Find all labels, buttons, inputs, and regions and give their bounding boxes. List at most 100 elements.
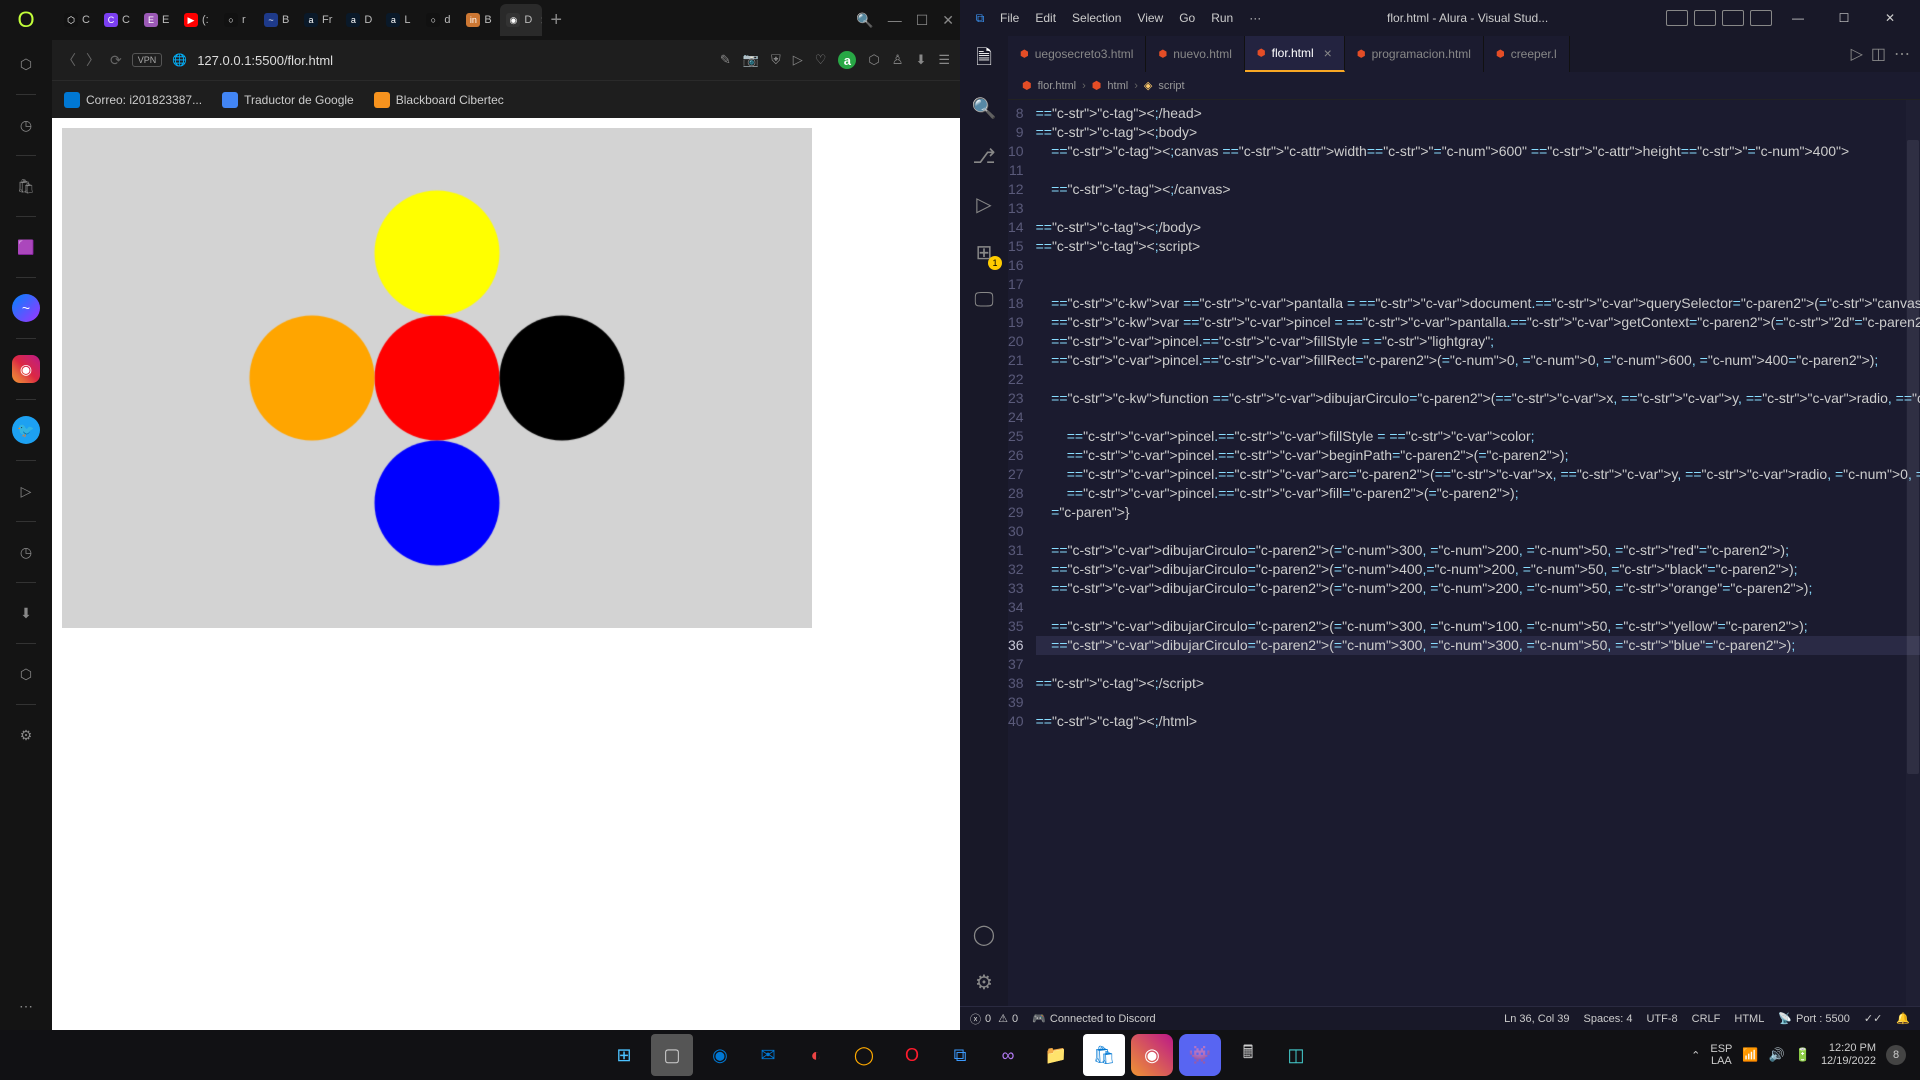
settings-icon[interactable]: ⚙ — [12, 721, 40, 749]
editor-tab[interactable]: ⬢uegosecreto3.html — [1008, 36, 1146, 72]
run-icon[interactable]: ▷ — [1851, 44, 1863, 64]
taskview-button[interactable]: ▢ — [651, 1034, 693, 1076]
camera-icon[interactable]: 📷 — [743, 52, 759, 68]
more-icon[interactable]: ⋯ — [1894, 44, 1910, 64]
extensions-icon[interactable]: ⊞1 — [970, 238, 998, 266]
status-bell-icon[interactable]: 🔔 — [1896, 1012, 1910, 1025]
close-icon[interactable]: × — [1324, 45, 1332, 61]
opera-icon[interactable]: O — [12, 6, 40, 34]
browser-tab[interactable]: ⬡C — [58, 4, 96, 36]
browser-tab[interactable]: EE — [138, 4, 176, 36]
maximize-button[interactable]: ☐ — [1824, 4, 1864, 32]
calc-icon[interactable]: 🖩 — [1227, 1034, 1269, 1076]
history-icon[interactable]: ◷ — [12, 111, 40, 139]
close-icon[interactable]: × — [540, 12, 542, 28]
split-icon[interactable]: ◫ — [1871, 44, 1886, 64]
heart-icon[interactable]: ♡ — [815, 52, 827, 68]
accounts-icon[interactable]: ◯ — [970, 920, 998, 948]
back-button[interactable]: 〈 — [62, 50, 76, 70]
menu-go[interactable]: Go — [1171, 7, 1203, 29]
bookmark-item[interactable]: Correo: i201823387... — [64, 92, 202, 108]
status-port[interactable]: 📡 Port : 5500 — [1778, 1012, 1850, 1025]
volume-icon[interactable]: 🔊 — [1769, 1047, 1785, 1063]
globe-icon[interactable]: 🌐 — [172, 53, 187, 67]
vs-icon[interactable]: ∞ — [987, 1034, 1029, 1076]
status-lang[interactable]: HTML — [1734, 1012, 1764, 1025]
bookmark-item[interactable]: Blackboard Cibertec — [374, 92, 504, 108]
tray-lang2[interactable]: LAA — [1710, 1055, 1732, 1067]
reload-button[interactable]: ⟳ — [110, 52, 122, 69]
shield-icon[interactable]: ⛨ — [771, 52, 781, 68]
menu-···[interactable]: ··· — [1241, 7, 1269, 29]
editor-tab[interactable]: ⬢flor.html× — [1245, 36, 1345, 72]
edge-icon[interactable]: ◉ — [699, 1034, 741, 1076]
browser-tab[interactable]: ~B — [258, 4, 296, 36]
cube-icon[interactable]: ⬡ — [12, 660, 40, 688]
store-icon[interactable]: 🛍 — [1083, 1034, 1125, 1076]
breadcrumbs[interactable]: ⬢ flor.html › ⬢ html › ◈ script — [1008, 72, 1920, 100]
editor-tab[interactable]: ⬢creeper.l — [1484, 36, 1570, 72]
app-icon[interactable]: ◫ — [1275, 1034, 1317, 1076]
extension-a-icon[interactable]: a — [838, 51, 856, 69]
editor-tab[interactable]: ⬢programacion.html — [1345, 36, 1484, 72]
scrollbar-thumb[interactable] — [1907, 140, 1919, 774]
menu-file[interactable]: File — [992, 7, 1027, 29]
browser-tab[interactable]: inB — [460, 4, 498, 36]
layout-grid-icon[interactable] — [1750, 10, 1772, 26]
forward-button[interactable]: 〉 — [86, 50, 100, 70]
close-icon[interactable]: ✕ — [942, 12, 954, 29]
new-tab-button[interactable]: + — [550, 9, 562, 32]
status-errors[interactable]: ⓧ 0 ⚠ 0 — [970, 1011, 1018, 1027]
status-spaces[interactable]: Spaces: 4 — [1584, 1012, 1633, 1025]
tray-lang1[interactable]: ESP — [1710, 1043, 1732, 1055]
opera-icon[interactable]: O — [891, 1034, 933, 1076]
browser-tab[interactable]: ○r — [218, 4, 256, 36]
close-button[interactable]: ✕ — [1870, 4, 1910, 32]
more-icon[interactable]: ⋯ — [12, 992, 40, 1020]
explorer-icon[interactable]: 📁 — [1035, 1034, 1077, 1076]
min-icon[interactable]: — — [888, 12, 902, 28]
send-icon[interactable]: ▷ — [793, 52, 803, 68]
search-icon[interactable]: 🔍 — [970, 94, 998, 122]
url-field[interactable]: 127.0.0.1:5500/flor.html — [197, 53, 710, 68]
player-icon[interactable]: ▷ — [12, 477, 40, 505]
tray-chevron-icon[interactable]: ⌃ — [1691, 1049, 1700, 1062]
code-lines[interactable]: =="c-str">"c-tag"><;/head>=="c-str">"c-t… — [1036, 100, 1920, 1006]
bag-icon[interactable]: 🛍 — [12, 172, 40, 200]
layout-right-icon[interactable] — [1722, 10, 1744, 26]
discord-icon[interactable]: 👾 — [1179, 1034, 1221, 1076]
profile-icon[interactable]: ♙ — [892, 52, 904, 68]
edit-icon[interactable]: ✎ — [720, 52, 731, 68]
manage-icon[interactable]: ⚙ — [970, 968, 998, 996]
notifications-button[interactable]: 8 — [1886, 1045, 1906, 1065]
max-icon[interactable]: ☐ — [916, 12, 929, 29]
twitch-icon[interactable]: 🟪 — [12, 233, 40, 261]
download-icon[interactable]: ⬇ — [12, 599, 40, 627]
status-discord[interactable]: 🎮 Connected to Discord — [1032, 1012, 1155, 1025]
menu-view[interactable]: View — [1129, 7, 1171, 29]
source-control-icon[interactable]: ⎇ — [970, 142, 998, 170]
download-icon[interactable]: ⬇ — [915, 52, 926, 68]
scrollbar[interactable] — [1906, 100, 1920, 1006]
wifi-icon[interactable]: 📶 — [1742, 1047, 1758, 1063]
app-icon[interactable]: ◯ — [843, 1034, 885, 1076]
menu-selection[interactable]: Selection — [1064, 7, 1129, 29]
cube-icon[interactable]: ⬡ — [868, 52, 879, 68]
app-icon[interactable]: ◐ — [795, 1034, 837, 1076]
liveshare-icon[interactable]: 🖵 — [970, 286, 998, 314]
browser-tab[interactable]: ○d — [420, 4, 458, 36]
easy-setup-icon[interactable]: ☰ — [938, 52, 950, 68]
battery-icon[interactable]: 🔋 — [1795, 1047, 1811, 1063]
mail-icon[interactable]: ✉ — [747, 1034, 789, 1076]
status-eol[interactable]: CRLF — [1692, 1012, 1721, 1025]
browser-tab[interactable]: ◉D× — [500, 4, 542, 36]
run-debug-icon[interactable]: ▷ — [970, 190, 998, 218]
browser-tab[interactable]: aFr — [298, 4, 338, 36]
vscode-icon[interactable]: ⧉ — [939, 1034, 981, 1076]
clock-icon[interactable]: ◷ — [12, 538, 40, 566]
layout-left-icon[interactable] — [1666, 10, 1688, 26]
browser-tab[interactable]: CC — [98, 4, 136, 36]
instagram-icon[interactable]: ◉ — [12, 355, 40, 383]
status-prettier-icon[interactable]: ✓✓ — [1864, 1012, 1882, 1025]
editor-tab[interactable]: ⬢nuevo.html — [1146, 36, 1244, 72]
